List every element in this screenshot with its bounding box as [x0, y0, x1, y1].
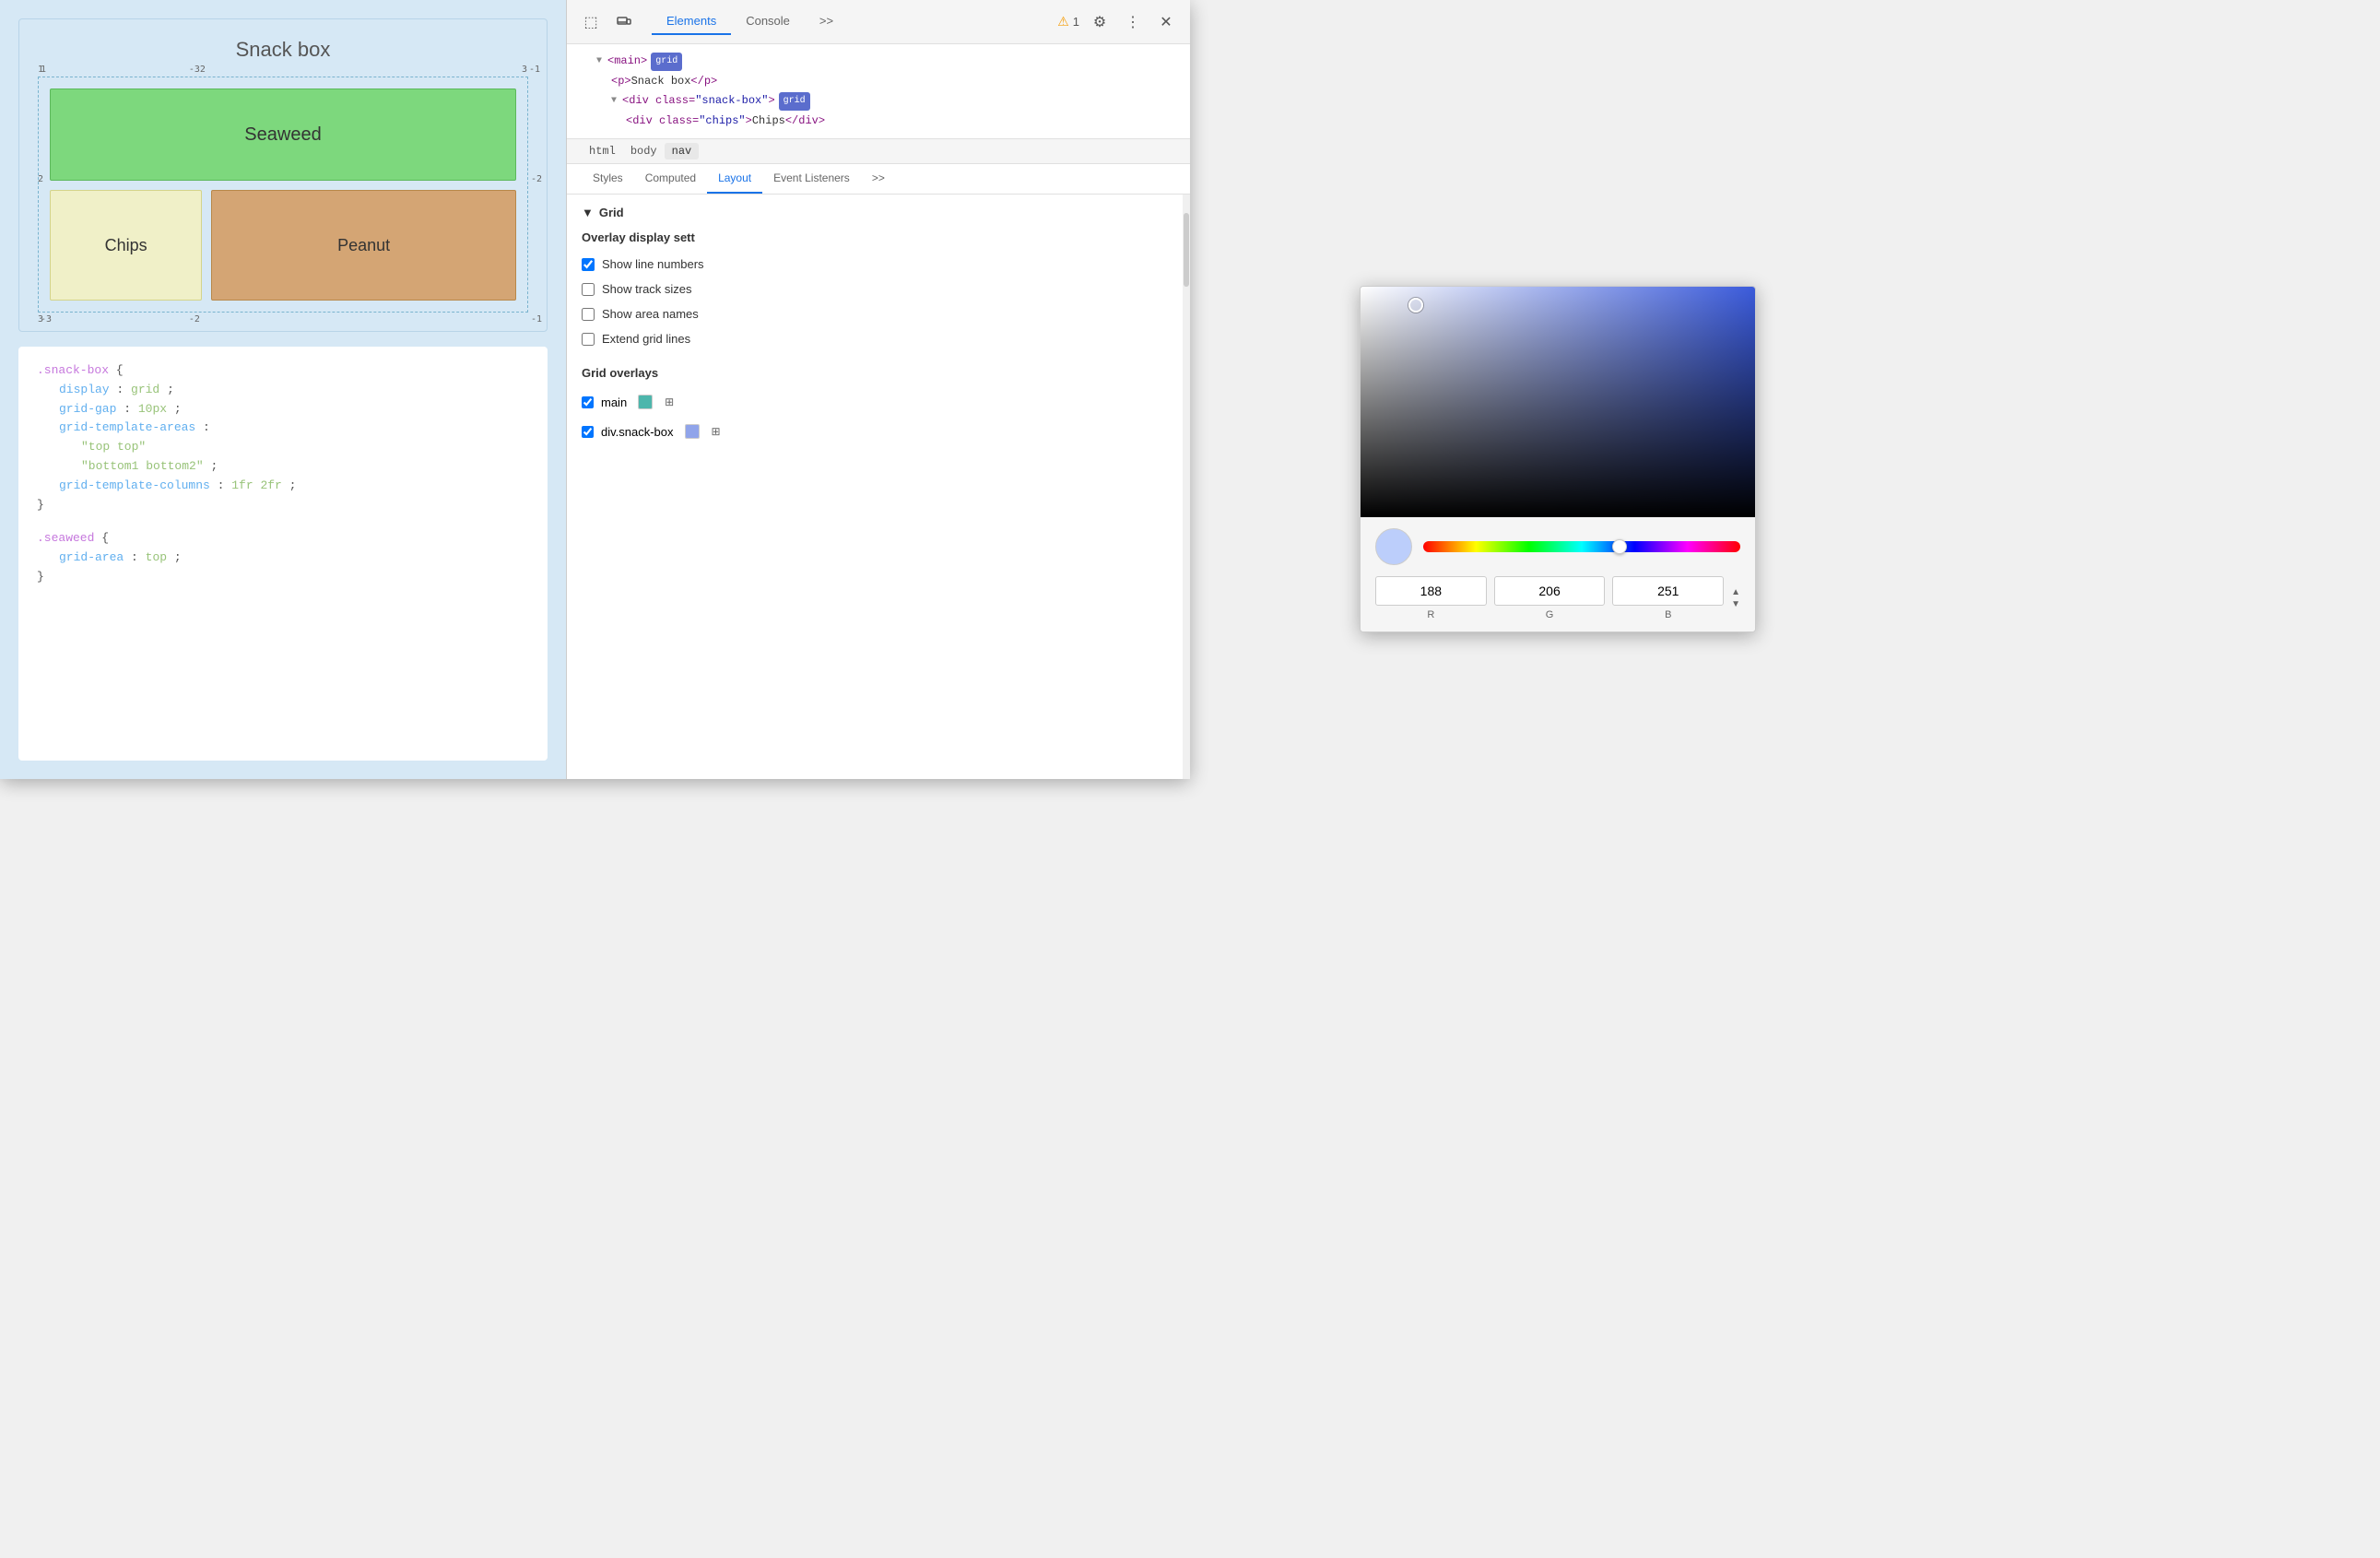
grid-visualization: Snack box 1 2 3 1 2 3 -1 -2 -1 -3 -3 -2 … [18, 18, 548, 332]
dom-line-chips[interactable]: <div class= "chips" > Chips </div> [626, 112, 1175, 132]
close-icon[interactable]: ✕ [1153, 9, 1179, 35]
g-input[interactable]: 206 [1494, 576, 1606, 606]
left-panel: Snack box 1 2 3 1 2 3 -1 -2 -1 -3 -3 -2 … [0, 0, 567, 779]
show-track-sizes-label: Show track sizes [602, 282, 692, 296]
checkbox-show-track-sizes[interactable]: Show track sizes [582, 277, 1175, 301]
overlay-main-label: main [601, 395, 627, 409]
breadcrumb-nav[interactable]: nav [665, 143, 700, 159]
rgb-inputs: 188 R 206 G 251 B ▲ ▼ [1375, 576, 1740, 620]
dom-line-main[interactable]: ▼ <main> grid [596, 52, 1175, 72]
show-line-numbers-checkbox[interactable] [582, 258, 595, 271]
dom-line-snack-box[interactable]: ▼ <div class= "snack-box" > grid [611, 91, 1175, 112]
checkbox-show-area-names[interactable]: Show area names [582, 301, 1175, 326]
color-preview-circle [1375, 528, 1412, 565]
tab-console[interactable]: Console [731, 8, 805, 35]
checkbox-extend-grid-lines[interactable]: Extend grid lines [582, 326, 1175, 351]
devtools-content: ▼ Grid Overlay display sett Show line nu… [567, 195, 1190, 779]
tab-more-sub[interactable]: >> [861, 164, 896, 194]
b-label: B [1665, 609, 1671, 620]
css-rule-snack-box: .snack-box { [37, 361, 529, 381]
rgb-mode-arrows[interactable]: ▲ ▼ [1731, 587, 1740, 609]
page-title: Snack box [38, 38, 528, 62]
triangle-grid-icon: ▼ [582, 206, 594, 219]
tab-elements[interactable]: Elements [652, 8, 731, 35]
snack-box-overlay-icon[interactable]: ⊞ [707, 422, 725, 441]
triangle-icon: ▼ [596, 53, 607, 70]
b-input-group: 251 B [1612, 576, 1724, 620]
tab-event-listeners[interactable]: Event Listeners [762, 164, 861, 194]
grid-item-seaweed: Seaweed [50, 89, 516, 181]
grid-section-header: ▼ Grid [582, 206, 1175, 219]
overlay-display-title: Overlay display sett [582, 230, 1175, 244]
snack-box-color-swatch[interactable] [685, 424, 700, 439]
triangle-icon-2: ▼ [611, 93, 622, 110]
overlay-row-main: main ⊞ [582, 387, 1175, 417]
overlay-row-div-snack-box: div.snack-box ⊞ [582, 417, 1175, 446]
code-panel: .snack-box { display : grid ; grid-gap :… [18, 347, 548, 761]
grid-item-peanut: Peanut [211, 190, 516, 301]
show-area-names-label: Show area names [602, 307, 699, 321]
overlay-main-checkbox[interactable] [582, 396, 594, 408]
devtools-header-right: ⚠ 1 ⚙ ⋮ ✕ [1057, 9, 1179, 35]
checkbox-show-line-numbers[interactable]: Show line numbers [582, 252, 1175, 277]
more-options-icon[interactable]: ⋮ [1120, 9, 1146, 35]
show-line-numbers-label: Show line numbers [602, 257, 704, 271]
hue-row [1375, 528, 1740, 565]
grid-badge-div: grid [779, 92, 810, 111]
settings-icon[interactable]: ⚙ [1087, 9, 1113, 35]
grid-overlays-section: Grid overlays main ⊞ div.snack-box ⊞ [582, 366, 1175, 446]
r-input[interactable]: 188 [1375, 576, 1487, 606]
grid-overlays-title: Grid overlays [582, 366, 1175, 380]
overlay-snack-box-checkbox[interactable] [582, 426, 594, 438]
color-picker-popup: 188 R 206 G 251 B ▲ ▼ [1360, 286, 1756, 632]
breadcrumb: html body nav [567, 139, 1190, 164]
extend-grid-lines-checkbox[interactable] [582, 333, 595, 346]
inspect-icon[interactable]: ⬚ [578, 9, 604, 35]
breadcrumb-html[interactable]: html [582, 143, 623, 159]
device-icon[interactable] [611, 9, 637, 35]
r-input-group: 188 R [1375, 576, 1487, 620]
grid-layout: Seaweed Chips Peanut [46, 85, 520, 304]
main-overlay-icon[interactable]: ⊞ [660, 393, 678, 411]
sub-tabs: Styles Computed Layout Event Listeners >… [567, 164, 1190, 195]
right-panel: ⬚ Elements Console >> ⚠ 1 ⚙ ⋮ ✕ ▼ [567, 0, 1190, 779]
overlay-section: Overlay display sett Show line numbers S… [582, 230, 1175, 351]
breadcrumb-body[interactable]: body [623, 143, 665, 159]
main-tabs: Elements Console >> [652, 8, 1050, 35]
r-label: R [1427, 609, 1434, 620]
devtools-scroll-thumb[interactable] [1184, 213, 1189, 287]
b-input[interactable]: 251 [1612, 576, 1724, 606]
dom-line-p[interactable]: <p> Snack box </p> [611, 72, 1175, 92]
main-color-swatch[interactable] [638, 395, 653, 409]
warning-badge: ⚠ 1 [1057, 14, 1079, 30]
warning-icon: ⚠ [1057, 14, 1069, 30]
devtools-scrollbar[interactable] [1183, 195, 1190, 779]
grid-badge-main: grid [651, 53, 682, 71]
hue-slider-handle[interactable] [1612, 539, 1627, 554]
layout-panel: ▼ Grid Overlay display sett Show line nu… [567, 195, 1190, 457]
show-area-names-checkbox[interactable] [582, 308, 595, 321]
devtools-header: ⬚ Elements Console >> ⚠ 1 ⚙ ⋮ ✕ [567, 0, 1190, 44]
tab-styles[interactable]: Styles [582, 164, 634, 194]
grid-item-chips: Chips [50, 190, 202, 301]
color-picker-bottom: 188 R 206 G 251 B ▲ ▼ [1361, 517, 1755, 631]
overlay-snack-box-label: div.snack-box [601, 425, 674, 439]
g-label: G [1546, 609, 1554, 620]
tab-more[interactable]: >> [805, 8, 848, 35]
dom-panel: ▼ <main> grid <p> Snack box </p> ▼ <div … [567, 44, 1190, 139]
tab-computed[interactable]: Computed [634, 164, 707, 194]
tab-layout[interactable]: Layout [707, 164, 762, 194]
color-gradient[interactable] [1361, 287, 1755, 517]
hue-slider[interactable] [1423, 541, 1740, 552]
g-input-group: 206 G [1494, 576, 1606, 620]
extend-grid-lines-label: Extend grid lines [602, 332, 690, 346]
show-track-sizes-checkbox[interactable] [582, 283, 595, 296]
color-picker-handle[interactable] [1408, 298, 1423, 313]
